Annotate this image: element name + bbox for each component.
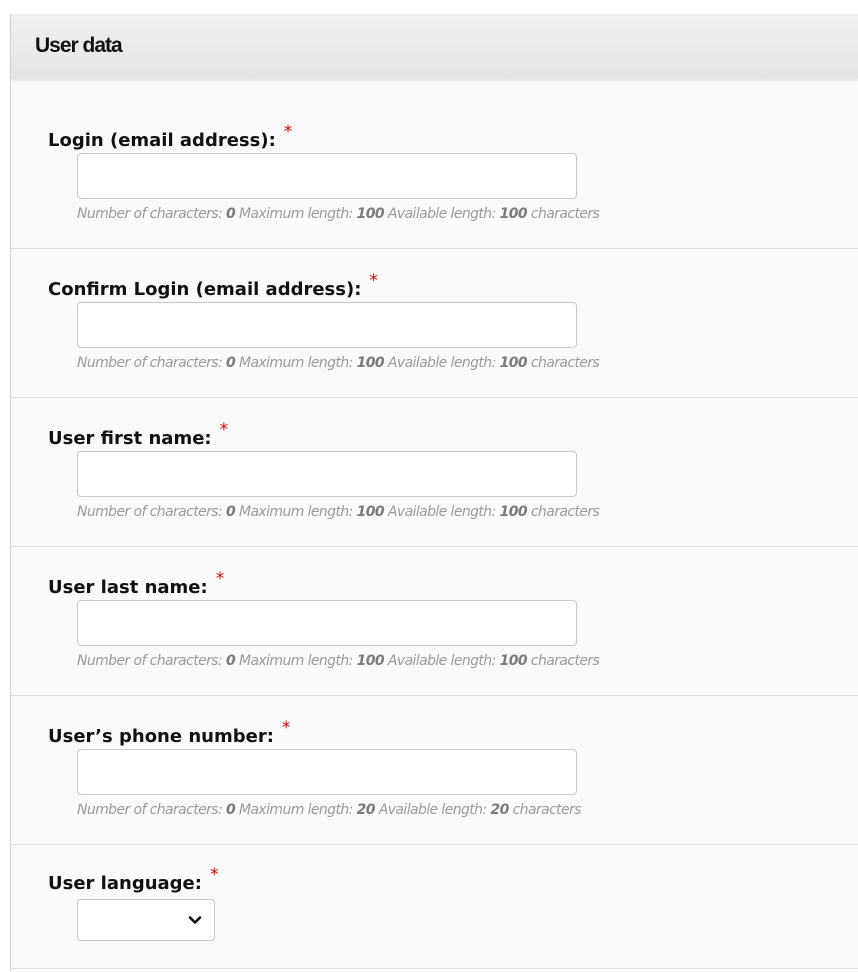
panel-title: User data: [35, 34, 123, 57]
required-asterisk: *: [369, 271, 378, 291]
last-name-input[interactable]: [77, 600, 577, 646]
character-counter: Number of characters: 0 Maximum length: …: [77, 504, 600, 520]
required-asterisk: *: [215, 569, 225, 589]
chevron-down-icon: [188, 916, 202, 924]
character-counter: Number of characters: 0 Maximum length: …: [77, 206, 600, 222]
required-asterisk: *: [209, 865, 219, 885]
field-label: User first name: *: [48, 420, 229, 449]
language-select[interactable]: [77, 899, 215, 941]
field-row-confirm-login: Confirm Login (email address): * Number o…: [10, 249, 858, 398]
field-label: User’s phone number: *: [48, 718, 291, 747]
character-counter: Number of characters: 0 Maximum length: …: [77, 653, 600, 669]
required-asterisk: *: [281, 718, 291, 738]
field-label: Login (email address): *: [48, 122, 293, 151]
required-asterisk: *: [283, 122, 293, 142]
required-asterisk: *: [219, 420, 229, 440]
confirm-login-email-input[interactable]: [77, 302, 577, 348]
character-counter: Number of characters: 0 Maximum length: …: [77, 355, 600, 371]
character-counter: Number of characters: 0 Maximum length: …: [77, 802, 582, 818]
field-row-first-name: User first name: * Number of characters: …: [10, 398, 858, 547]
login-email-input[interactable]: [77, 153, 577, 199]
field-row-language: User language: *: [10, 845, 858, 969]
field-row-login: Login (email address): * Number of charac…: [10, 99, 858, 249]
panel-header: User data: [11, 14, 858, 78]
first-name-input[interactable]: [77, 451, 577, 497]
field-label: User language: *: [48, 865, 219, 894]
field-row-last-name: User last name: * Number of characters: 0…: [10, 547, 858, 696]
field-label: User last name: *: [48, 569, 225, 598]
field-row-phone: User’s phone number: * Number of characte…: [10, 696, 858, 845]
field-label: Confirm Login (email address): *: [48, 271, 378, 300]
phone-number-input[interactable]: [77, 749, 577, 795]
